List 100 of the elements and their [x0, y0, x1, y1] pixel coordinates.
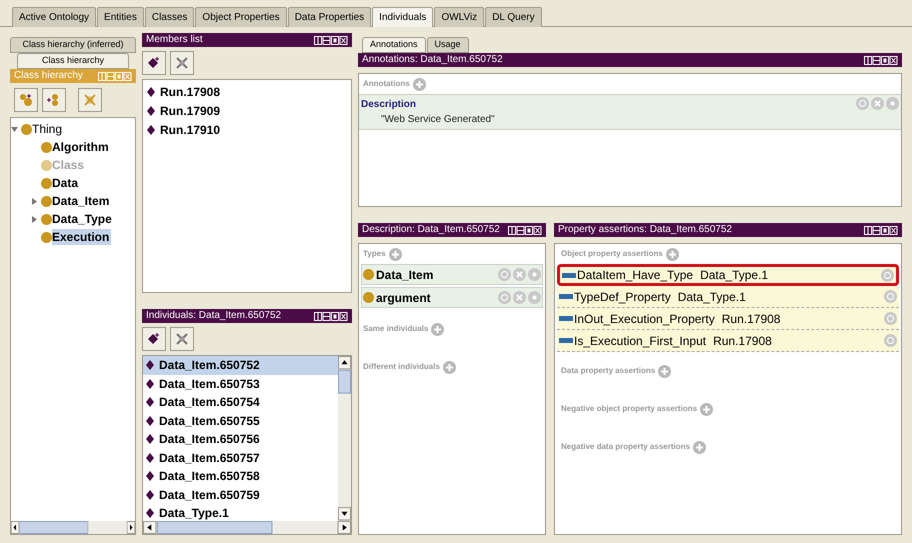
info-icon[interactable]	[856, 97, 869, 110]
list-item[interactable]: Run.17908	[160, 82, 220, 100]
list-item[interactable]: Data_Item.650752	[143, 356, 338, 374]
class-icon	[363, 269, 374, 280]
delete-icon[interactable]	[871, 97, 884, 110]
list-item[interactable]: Data_Item.650755	[143, 412, 338, 430]
edit-icon[interactable]	[528, 291, 541, 304]
tab[interactable]: Annotations	[362, 37, 426, 53]
tree-item[interactable]: Data_Type	[52, 211, 114, 227]
edit-icon[interactable]	[886, 97, 899, 110]
tab[interactable]: Active Ontology	[12, 7, 96, 27]
horizontal-scrollbar[interactable]	[11, 521, 135, 534]
class-icon	[41, 232, 52, 242]
info-icon[interactable]	[884, 334, 897, 347]
class-icon	[363, 292, 374, 303]
assertion-row[interactable]: Is_Execution_First_Input Run.17908	[557, 330, 899, 352]
class-add-icon	[19, 93, 33, 107]
tab[interactable]: DL Query	[485, 7, 542, 27]
tab[interactable]: Data Properties	[288, 7, 372, 27]
add-icon[interactable]	[700, 402, 714, 416]
add-sibling-button[interactable]	[42, 88, 66, 112]
section-label: Negative object property assertions	[561, 403, 698, 415]
panel-title: Annotations: Data_Item.650752	[362, 55, 503, 65]
list-item[interactable]: Run.17909	[160, 102, 220, 120]
tab[interactable]: Class hierarchy	[17, 53, 129, 69]
expanded-arrow-icon[interactable]	[11, 126, 18, 132]
list-item[interactable]: Data_Item.650759	[143, 486, 338, 504]
annotation-value: "Web Service Generated"	[380, 113, 495, 127]
delete-class-button[interactable]	[78, 88, 102, 112]
tree-item[interactable]: Algorithm	[52, 139, 111, 155]
tab[interactable]: Object Properties	[195, 7, 287, 27]
delete-individual-button[interactable]	[170, 51, 194, 75]
tab[interactable]: OWLViz	[434, 7, 484, 27]
info-icon[interactable]	[498, 268, 511, 281]
section-label: Different individuals	[363, 361, 440, 373]
add-icon[interactable]	[658, 364, 672, 378]
type-name: argument	[376, 290, 431, 306]
add-individual-button[interactable]	[142, 51, 166, 75]
list-item[interactable]: Data_Item.650753	[143, 374, 338, 393]
add-icon[interactable]	[666, 248, 679, 260]
view-controls-icon[interactable]	[508, 226, 542, 234]
list-item[interactable]: Run.17910	[160, 120, 220, 138]
tree-item[interactable]: Execution	[52, 229, 112, 245]
tab[interactable]: Entities	[97, 7, 144, 27]
delete-icon[interactable]	[513, 268, 526, 281]
tab[interactable]: Class hierarchy (inferred)	[10, 37, 136, 53]
tree-item[interactable]: Data	[52, 175, 80, 191]
class-icon	[41, 196, 52, 206]
info-icon[interactable]	[881, 268, 894, 282]
list-item[interactable]: Data_Item.650756	[143, 430, 338, 448]
sibling-add-icon	[47, 93, 61, 107]
tab[interactable]: Classes	[144, 7, 194, 27]
view-controls-icon[interactable]	[314, 312, 348, 320]
list-item[interactable]: Data_Item.650757	[143, 448, 338, 467]
horizontal-scrollbar[interactable]	[143, 521, 351, 534]
tree-item[interactable]: Data_Item	[52, 193, 112, 209]
individual-name: Data_Item.650756	[159, 431, 260, 448]
add-icon[interactable]	[692, 440, 706, 454]
list-item[interactable]: Data_Type.1	[143, 504, 338, 521]
assertion-property: DataItem_Have_Type	[577, 267, 694, 284]
delete-individual-icon	[176, 333, 188, 345]
individual-icon	[146, 508, 154, 518]
info-icon[interactable]	[498, 291, 511, 304]
panel-title: Individuals: Data_Item.650752	[146, 311, 282, 321]
info-icon[interactable]	[884, 290, 897, 303]
info-icon[interactable]	[884, 312, 897, 325]
object-property-icon	[559, 316, 573, 321]
add-icon[interactable]	[431, 322, 444, 336]
add-icon[interactable]	[412, 78, 426, 90]
list-item[interactable]: Data_Item.650754	[143, 393, 338, 412]
assertion-row[interactable]: TypeDef_Property Data_Type.1	[557, 286, 899, 308]
annotation-row[interactable]: Description "Web Service Generated"	[359, 94, 901, 130]
section-label: Negative data property assertions	[561, 441, 690, 453]
type-row[interactable]: argument	[361, 287, 543, 308]
assertion-row[interactable]: DataItem_Have_Type Data_Type.1	[557, 264, 899, 286]
individual-name: Data_Item.650754	[159, 394, 260, 412]
list-item[interactable]: Data_Item.650758	[143, 467, 338, 486]
add-icon[interactable]	[442, 360, 456, 374]
collapsed-arrow-icon[interactable]	[31, 216, 38, 222]
individual-name: Data_Item.650755	[159, 412, 260, 430]
delete-individual-button[interactable]	[170, 327, 194, 351]
collapsed-arrow-icon[interactable]	[31, 198, 38, 204]
panel-title: Description: Data_Item.650752	[362, 225, 500, 235]
add-icon[interactable]	[388, 248, 402, 260]
vertical-scrollbar[interactable]	[338, 356, 351, 521]
assertion-value: Run.17908	[713, 332, 772, 350]
type-row[interactable]: Data_Item	[361, 264, 543, 285]
add-subclass-button[interactable]	[14, 88, 38, 112]
tree-item[interactable]: Thing	[32, 121, 64, 137]
view-controls-icon[interactable]	[864, 226, 898, 234]
add-individual-icon	[148, 333, 160, 345]
assertion-row[interactable]: InOut_Execution_Property Run.17908	[557, 308, 899, 330]
view-controls-icon[interactable]	[314, 36, 348, 44]
tab[interactable]: Usage	[426, 37, 469, 53]
view-controls-icon[interactable]	[864, 56, 898, 64]
add-individual-button[interactable]	[142, 327, 166, 351]
tab[interactable]: Individuals	[372, 7, 434, 27]
delete-icon[interactable]	[513, 291, 526, 304]
individual-icon	[146, 452, 154, 463]
edit-icon[interactable]	[528, 268, 541, 281]
